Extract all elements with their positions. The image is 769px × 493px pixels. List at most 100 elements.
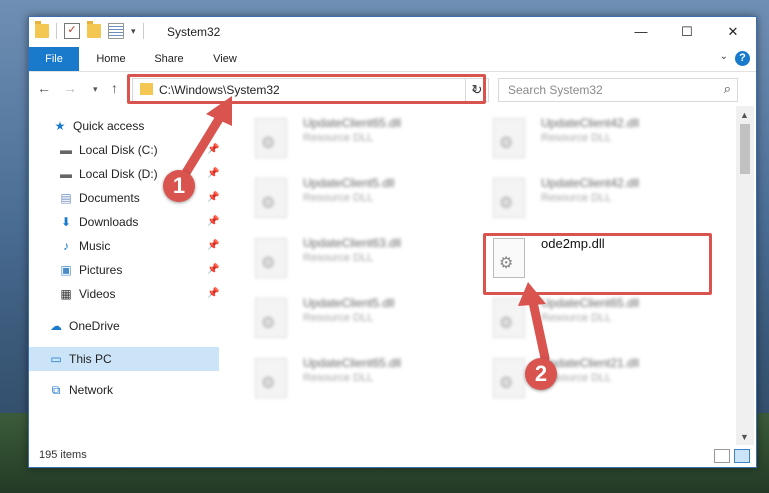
tab-view[interactable]: View — [205, 47, 245, 71]
file-type: Resource DLL — [541, 192, 612, 204]
sidebar-item-onedrive[interactable]: ☁ OneDrive — [49, 315, 120, 337]
file-item[interactable]: UpdateClient65.dll Resource DLL — [229, 110, 449, 164]
sidebar-item-label: Local Disk (D:) — [79, 167, 158, 181]
dll-file-icon — [255, 178, 287, 218]
sidebar-item-pictures[interactable]: ▣ Pictures — [59, 259, 122, 281]
step-2-badge: 2 — [525, 358, 557, 390]
search-icon[interactable]: ⌕ — [724, 81, 731, 97]
pin-icon[interactable]: 📌 — [207, 144, 219, 155]
drive-icon: ▬ — [60, 167, 72, 181]
new-folder-icon[interactable] — [87, 21, 101, 38]
sidebar-item-label: Quick access — [73, 119, 145, 133]
file-name: UpdateClient5.dll — [303, 176, 395, 190]
search-box[interactable]: Search System32 ⌕ — [498, 78, 738, 102]
scrollbar-thumb[interactable] — [740, 124, 750, 174]
sidebar-item-label: OneDrive — [69, 319, 120, 333]
pin-icon[interactable]: 📌 — [207, 168, 219, 179]
navigation-pane: ★ Quick access ▬ Local Disk (C:) 📌 ▬ Loc… — [29, 106, 219, 436]
downloads-icon: ⬇ — [60, 215, 72, 229]
pin-icon[interactable]: 📌 — [207, 264, 219, 275]
tab-file[interactable]: File — [29, 47, 79, 71]
minimize-button[interactable]: — — [618, 17, 664, 47]
dll-file-icon — [255, 298, 287, 338]
dll-file-icon — [255, 118, 287, 158]
file-type: Resource DLL — [303, 132, 374, 144]
file-item[interactable]: UpdateClient65.dll Resource DLL — [467, 290, 687, 344]
ribbon-tabs: File Home Share View ⌄ ? — [29, 47, 756, 72]
documents-icon: ▤ — [60, 191, 72, 205]
sidebar-item-label: Videos — [79, 287, 116, 301]
toolbar-separator — [56, 23, 57, 39]
scroll-down-icon[interactable]: ▼ — [740, 432, 749, 442]
pin-icon[interactable]: 📌 — [207, 288, 219, 299]
file-type: Resource DLL — [303, 252, 374, 264]
computer-icon: ▭ — [50, 352, 62, 366]
sidebar-item-network[interactable]: ⧉ Network — [49, 379, 113, 401]
help-icon[interactable]: ? — [735, 51, 750, 66]
file-type: Resource DLL — [541, 132, 612, 144]
file-item[interactable]: UpdateClient42.dll Resource DLL — [467, 110, 687, 164]
file-item[interactable]: UpdateClient63.dll Resource DLL — [229, 230, 449, 284]
dll-file-icon — [493, 358, 525, 398]
tab-home[interactable]: Home — [89, 47, 133, 71]
address-bar-highlight — [127, 74, 486, 104]
sidebar-item-this-pc[interactable]: ▭ This PC — [49, 348, 111, 370]
pin-icon[interactable]: 📌 — [207, 192, 219, 203]
properties-check-icon[interactable]: ✓ — [64, 23, 80, 39]
dll-file-icon — [493, 298, 525, 338]
file-item[interactable]: UpdateClient42.dll Resource DLL — [467, 170, 687, 224]
network-icon: ⧉ — [51, 383, 61, 397]
up-arrow-icon[interactable]: ↑ — [111, 80, 118, 96]
dll-file-icon — [255, 238, 287, 278]
sidebar-item-documents[interactable]: ▤ Documents — [59, 187, 140, 209]
search-input[interactable]: Search System32 — [508, 83, 603, 97]
sidebar-item-videos[interactable]: ▦ Videos — [59, 283, 115, 305]
tab-share[interactable]: Share — [147, 47, 191, 71]
vertical-scrollbar[interactable]: ▲ ▼ — [736, 106, 754, 446]
file-item[interactable]: UpdateClient5.dll Resource DLL — [229, 290, 449, 344]
window-controls: — ☐ ✕ — [618, 17, 756, 47]
close-button[interactable]: ✕ — [710, 17, 756, 47]
quick-access-toolbar: ✓ ▾ — [35, 21, 144, 39]
details-view-icon[interactable] — [714, 449, 730, 463]
customize-toolbar-dropdown-icon[interactable]: ▾ — [131, 26, 136, 37]
sidebar-item-label: Documents — [79, 191, 140, 205]
window-title: System32 — [167, 25, 221, 39]
recent-locations-chevron-icon[interactable]: ▾ — [93, 84, 98, 95]
file-item[interactable]: UpdateClient65.dll Resource DLL — [229, 350, 449, 404]
back-arrow-icon[interactable]: ← — [37, 80, 51, 96]
sidebar-item-local-disk-d[interactable]: ▬ Local Disk (D:) — [59, 163, 158, 185]
pin-icon[interactable]: 📌 — [207, 216, 219, 227]
file-type: Resource DLL — [303, 312, 374, 324]
sidebar-item-label: Downloads — [79, 215, 139, 229]
file-item[interactable]: UpdateClient5.dll Resource DLL — [229, 170, 449, 224]
star-icon: ★ — [54, 119, 66, 133]
file-item[interactable]: UpdateClient21.dll Resource DLL — [467, 350, 687, 404]
file-name: UpdateClient5.dll — [303, 296, 395, 310]
forward-arrow-icon[interactable]: → — [63, 80, 77, 96]
sidebar-item-music[interactable]: ♪ Music — [59, 235, 110, 257]
large-icons-view-icon[interactable] — [734, 449, 750, 463]
toolbar-separator — [142, 23, 144, 39]
file-type: Resource DLL — [303, 192, 374, 204]
file-highlight — [483, 233, 712, 295]
file-type: Resource DLL — [303, 372, 374, 384]
file-name: UpdateClient65.dll — [541, 296, 640, 310]
file-name: UpdateClient65.dll — [303, 356, 402, 370]
sidebar-item-downloads[interactable]: ⬇ Downloads — [59, 211, 138, 233]
expand-ribbon-chevron-icon[interactable]: ⌄ — [720, 51, 728, 62]
sidebar-item-local-disk-c[interactable]: ▬ Local Disk (C:) — [59, 139, 158, 161]
folder-icon — [35, 21, 49, 38]
scroll-up-icon[interactable]: ▲ — [740, 110, 749, 120]
file-name: UpdateClient65.dll — [303, 116, 402, 130]
pin-icon[interactable]: 📌 — [207, 240, 219, 251]
pictures-icon: ▣ — [60, 263, 72, 277]
file-name: UpdateClient42.dll — [541, 116, 640, 130]
properties-icon[interactable] — [108, 23, 124, 39]
sidebar-item-label: Local Disk (C:) — [79, 143, 158, 157]
sidebar-item-quick-access[interactable]: ★ Quick access — [53, 115, 145, 137]
item-count: 195 items — [39, 449, 87, 461]
maximize-button[interactable]: ☐ — [664, 17, 710, 47]
music-icon: ♪ — [63, 239, 69, 253]
dll-file-icon — [255, 358, 287, 398]
